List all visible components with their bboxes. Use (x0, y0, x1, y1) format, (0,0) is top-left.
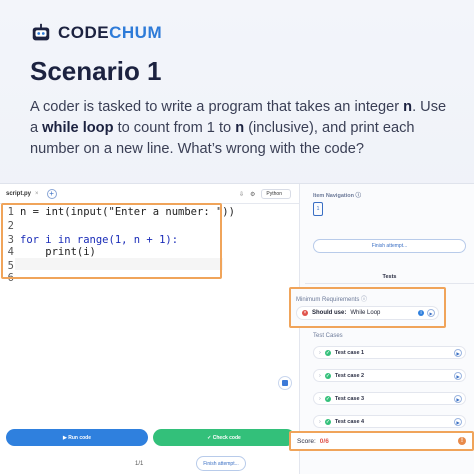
test-cases-title: Test Cases (313, 333, 343, 339)
help-icon: ⓘ (361, 297, 368, 303)
test-case-item[interactable]: › ✓ Test case 2 ▶ (313, 369, 466, 382)
tests-sidebar: Item Navigation ⓘ 1 Finish attempt... Te… (289, 184, 474, 474)
requirements-title: Minimum Requirements ⓘ (296, 297, 368, 303)
code-line: 6 (7, 272, 14, 284)
editor-tabbar: script.py × + ⇩ ⚙ Python (0, 184, 299, 204)
play-icon[interactable]: ▶ (454, 348, 462, 357)
editor-pane: script.py × + ⇩ ⚙ Python 1n = int(input("… (0, 184, 300, 474)
code-line: 2 (7, 220, 14, 232)
check-circle-icon: ✓ (324, 349, 331, 356)
code-line: 5 (7, 260, 14, 272)
gear-icon[interactable]: ⚙ (250, 191, 255, 198)
alert-icon: ! (458, 437, 466, 445)
add-tab-button[interactable]: + (46, 188, 57, 199)
check-code-button[interactable]: ✓ Check code (153, 429, 295, 446)
play-icon[interactable]: ▶ (454, 371, 462, 380)
play-icon[interactable]: ▶ (427, 309, 435, 317)
tests-tab[interactable]: Tests (305, 274, 474, 284)
test-case-item[interactable]: › ✓ Test case 4 ▶ (313, 415, 466, 428)
page-indicator: 1/1 (135, 461, 144, 467)
brand: CODECHUM (30, 22, 162, 44)
save-button[interactable] (278, 376, 292, 390)
code-line: 1n = int(input("Enter a number: ")) (7, 206, 235, 218)
item-navigation-title: Item Navigation ⓘ (313, 193, 361, 199)
error-icon: × (302, 310, 308, 316)
active-line (15, 258, 223, 270)
file-tab[interactable]: script.py × (6, 191, 39, 197)
close-icon[interactable]: × (35, 191, 39, 197)
finish-attempt-button-sidebar[interactable]: Finish attempt... (313, 239, 466, 253)
check-circle-icon: ✓ (324, 418, 331, 425)
code-line: 3 for i in range(1, n + 1): (7, 234, 179, 246)
info-icon: ⓘ (355, 193, 361, 199)
requirement-item[interactable]: × Should use: While Loop i ▶ (296, 306, 439, 320)
save-icon (282, 380, 288, 386)
scenario-description: A coder is tasked to write a program tha… (30, 99, 447, 157)
minimum-requirements-box: Minimum Requirements ⓘ × Should use: Whil… (289, 287, 446, 328)
run-code-button[interactable]: ▶ Run code (6, 429, 148, 446)
play-icon[interactable]: ▶ (454, 417, 462, 426)
ide-panel: script.py × + ⇩ ⚙ Python 1n = int(input("… (0, 183, 474, 474)
download-icon[interactable]: ⇩ (239, 191, 244, 198)
test-case-item[interactable]: › ✓ Test case 1 ▶ (313, 346, 466, 359)
codechum-logo-icon (32, 23, 50, 41)
info-icon[interactable]: i (418, 310, 424, 316)
code-line: 4 print(i) (7, 246, 96, 258)
nav-item-1[interactable]: 1 (313, 202, 323, 216)
score-label: Score: (297, 437, 316, 445)
check-circle-icon: ✓ (324, 395, 331, 402)
page-title: Scenario 1 (30, 56, 162, 86)
score-box: Score: 0/6 ! (289, 431, 474, 451)
play-icon[interactable]: ▶ (454, 394, 462, 403)
score-value: 0/6 (319, 437, 329, 445)
brand-name: CODECHUM (58, 23, 163, 42)
chevron-right-icon: › (319, 349, 321, 356)
test-case-item[interactable]: › ✓ Test case 3 ▶ (313, 392, 466, 405)
language-select[interactable]: Python (261, 189, 291, 199)
chevron-right-icon: › (319, 418, 321, 425)
finish-attempt-button[interactable]: Finish attempt... (196, 456, 246, 471)
check-circle-icon: ✓ (324, 372, 331, 379)
chevron-right-icon: › (319, 395, 321, 402)
chevron-right-icon: › (319, 372, 321, 379)
code-editor[interactable]: 1n = int(input("Enter a number: ")) 2 3f… (0, 204, 300, 404)
